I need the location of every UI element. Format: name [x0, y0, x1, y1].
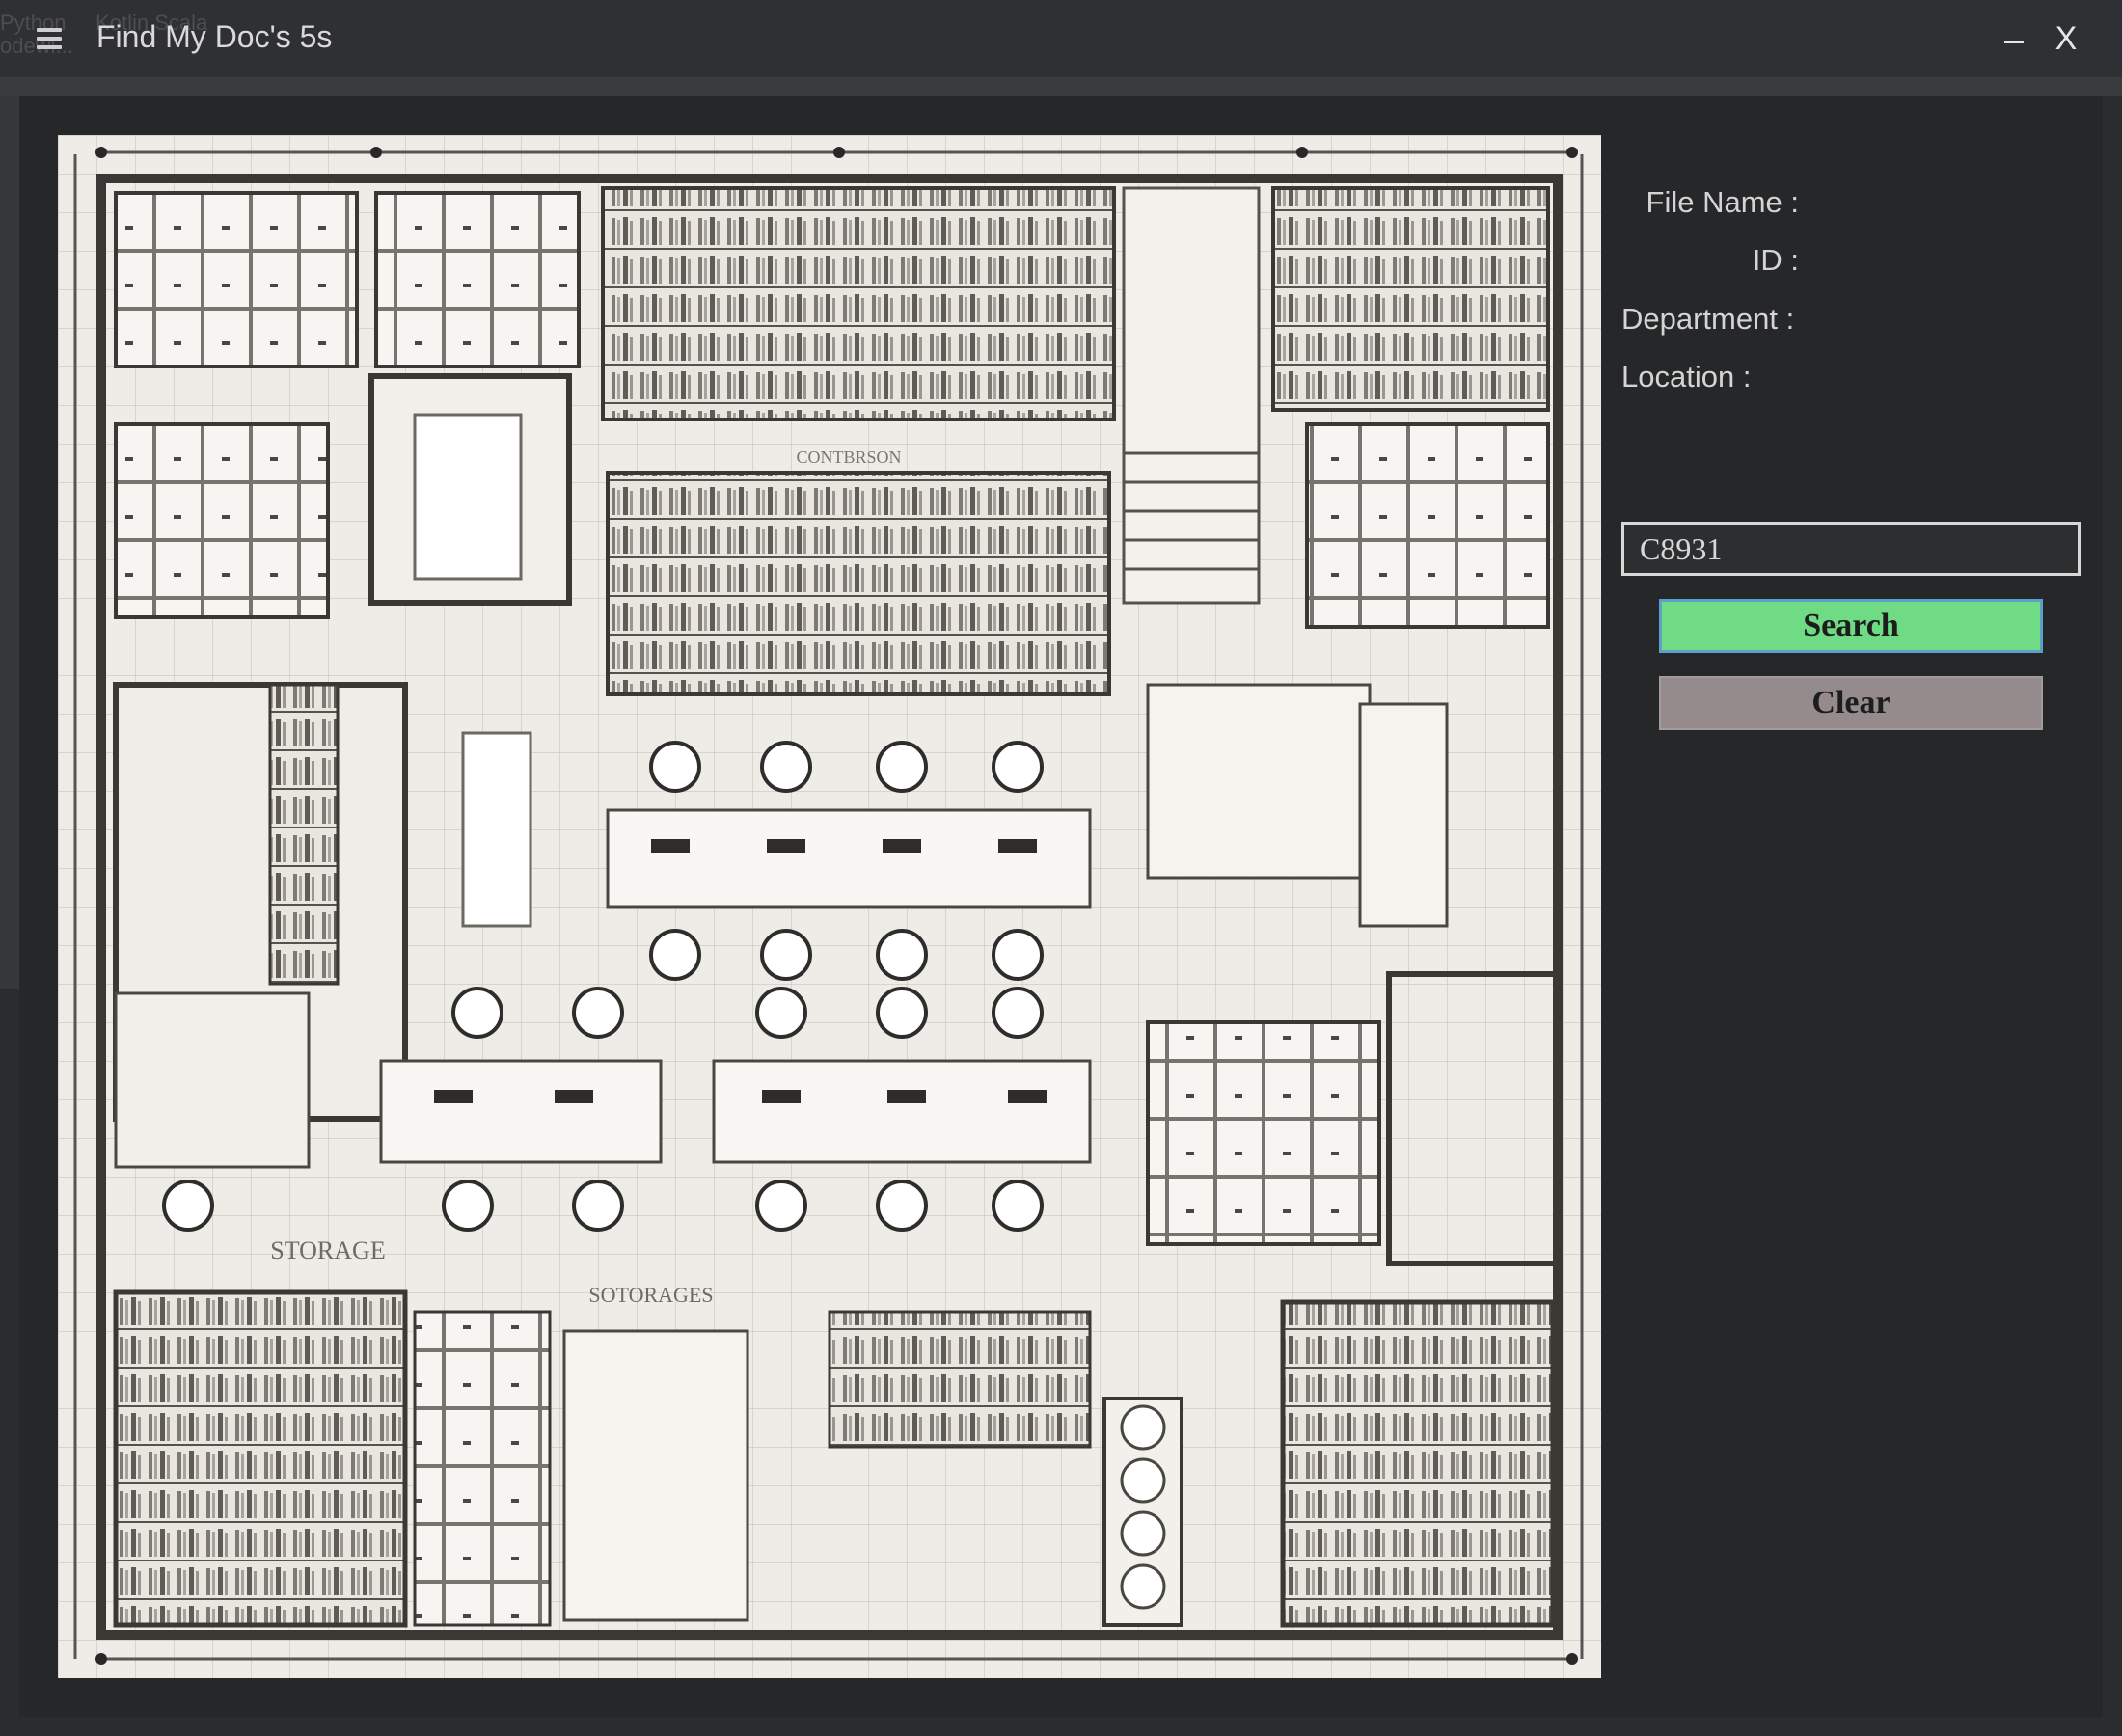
close-button[interactable]: X	[2049, 17, 2083, 60]
titlebar-separator	[0, 77, 2122, 96]
search-button[interactable]: Search	[1659, 599, 2043, 653]
search-input[interactable]	[1621, 522, 2081, 576]
title-bar: Python Kotlin Scala odewi... Find My Doc…	[0, 0, 2122, 77]
floorplan-label: SOTORAGES	[588, 1283, 713, 1307]
clear-button[interactable]: Clear	[1659, 676, 2043, 730]
id-label: ID :	[1752, 243, 1799, 277]
department-label: Department :	[1621, 302, 1795, 336]
minimize-icon[interactable]	[2000, 17, 2029, 56]
background-window-strip	[0, 96, 19, 989]
location-label: Location :	[1621, 360, 1752, 393]
file-name-label: File Name :	[1646, 185, 1799, 219]
window-title: Find My Doc's 5s	[96, 19, 333, 54]
hamburger-menu-icon[interactable]	[37, 23, 62, 54]
floorplan-label: CONTBRSON	[796, 448, 901, 467]
office-floor-plan-image: CONTBRSON STORAGE SOTORAGES	[58, 135, 1601, 1678]
floorplan-label: STORAGE	[270, 1236, 385, 1264]
